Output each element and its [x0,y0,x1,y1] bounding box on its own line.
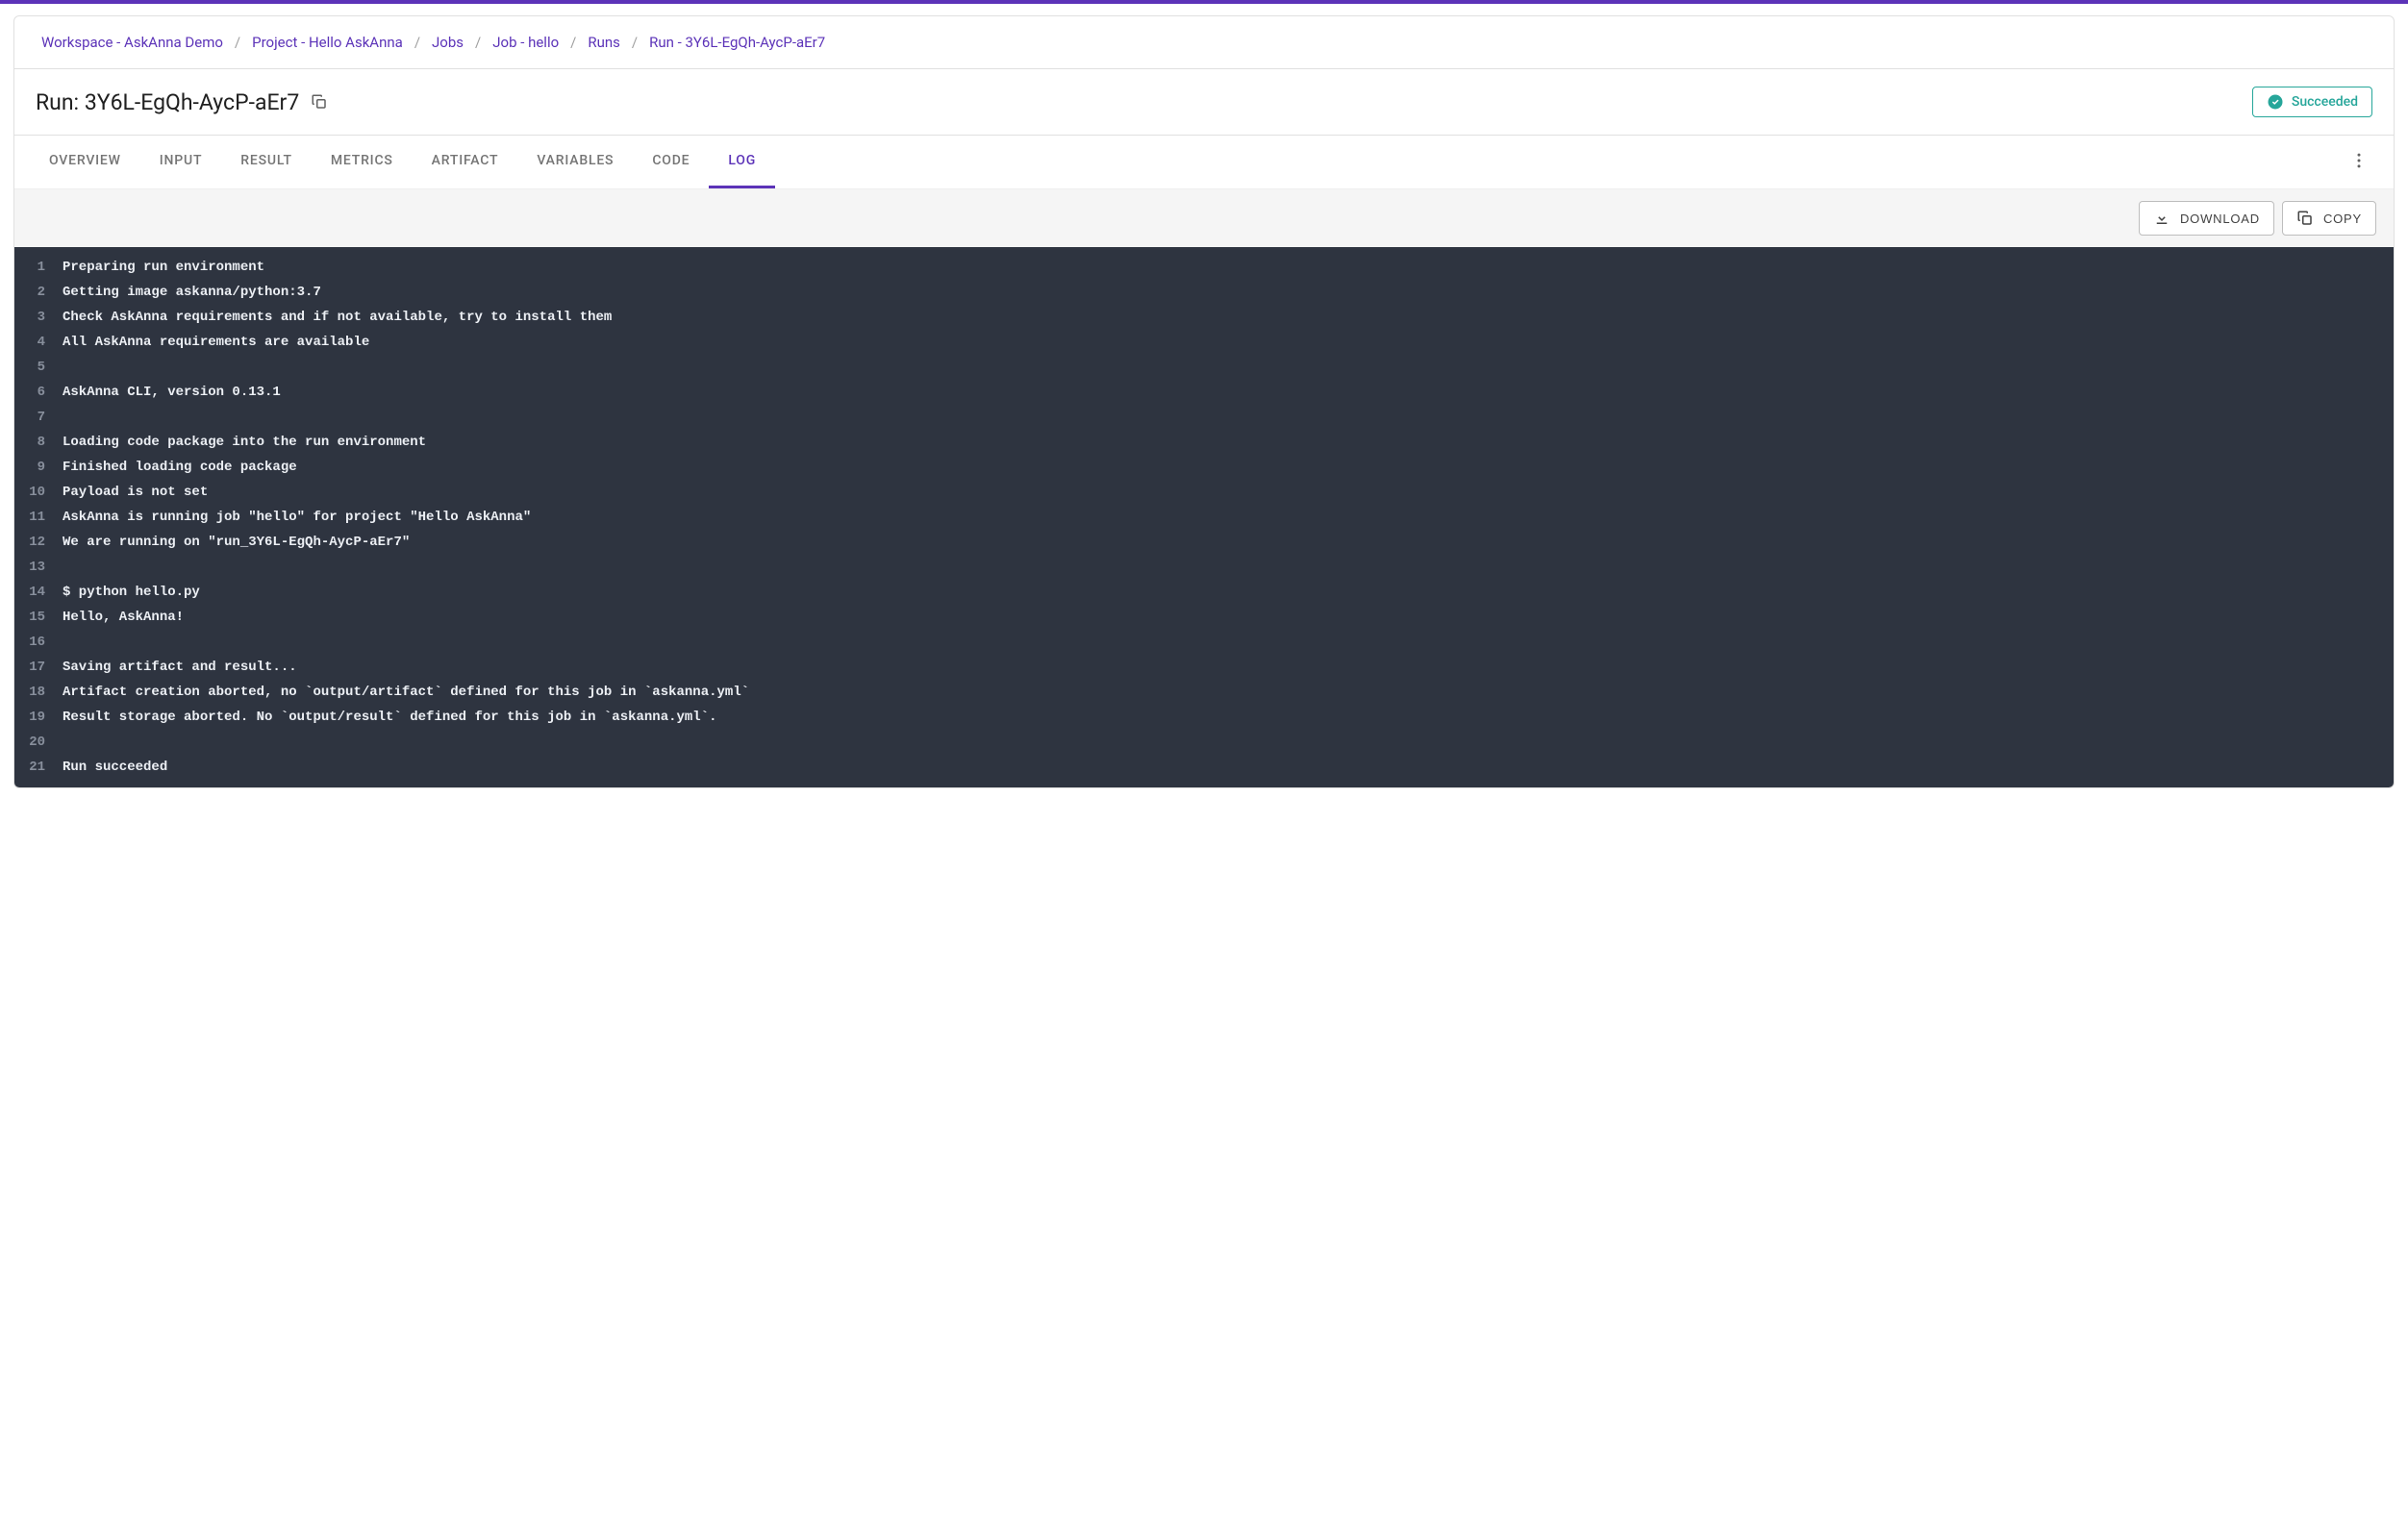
copy-button[interactable]: COPY [2282,201,2376,236]
log-line: 10Payload is not set [14,480,2394,505]
log-line-number: 16 [14,630,63,655]
breadcrumb-sep: / [632,34,638,51]
log-line-number: 20 [14,730,63,755]
log-line: 1Preparing run environment [14,255,2394,280]
log-line-number: 21 [14,755,63,780]
log-line-text: Preparing run environment [63,255,264,280]
log-line-number: 18 [14,680,63,705]
log-line-text: Check AskAnna requirements and if not av… [63,305,612,330]
tab-code[interactable]: CODE [633,136,709,188]
log-line-text: Hello, AskAnna! [63,605,184,630]
log-line: 7 [14,405,2394,430]
log-line: 20 [14,730,2394,755]
tab-artifact[interactable]: ARTIFACT [413,136,518,188]
log-line: 16 [14,630,2394,655]
download-icon [2153,210,2170,227]
log-line-text: Artifact creation aborted, no `output/ar… [63,680,749,705]
log-line-text: Run succeeded [63,755,167,780]
log-line: 8Loading code package into the run envir… [14,430,2394,455]
breadcrumb-sep: / [235,34,240,51]
log-line-text: Getting image askanna/python:3.7 [63,280,321,305]
log-line-number: 17 [14,655,63,680]
log-line-number: 19 [14,705,63,730]
download-label: DOWNLOAD [2180,212,2260,226]
copy-icon [2296,210,2314,227]
log-line: 2Getting image askanna/python:3.7 [14,280,2394,305]
page-title: Run: 3Y6L-EgQh-AycP-aEr7 [36,89,299,115]
log-line-number: 6 [14,380,63,405]
more-menu-button[interactable] [2340,141,2378,184]
log-line: 12We are running on "run_3Y6L-EgQh-AycP-… [14,530,2394,555]
log-line: 14$ python hello.py [14,580,2394,605]
log-line-number: 13 [14,555,63,580]
tabs: OVERVIEW INPUT RESULT METRICS ARTIFACT V… [14,136,2394,189]
top-accent-bar [0,0,2408,4]
log-line: 4All AskAnna requirements are available [14,330,2394,355]
log-line-number: 8 [14,430,63,455]
breadcrumb-job[interactable]: Job - hello [492,34,559,51]
log-line-text: AskAnna CLI, version 0.13.1 [63,380,281,405]
log-toolbar: DOWNLOAD COPY [14,189,2394,247]
status-badge: Succeeded [2252,87,2372,117]
log-line-text: All AskAnna requirements are available [63,330,369,355]
breadcrumb-workspace[interactable]: Workspace - AskAnna Demo [41,34,223,51]
copy-icon [311,93,328,111]
log-line: 3Check AskAnna requirements and if not a… [14,305,2394,330]
log-line-number: 4 [14,330,63,355]
tab-result[interactable]: RESULT [221,136,312,188]
tab-variables[interactable]: VARIABLES [517,136,633,188]
log-line: 6AskAnna CLI, version 0.13.1 [14,380,2394,405]
log-output: 1Preparing run environment2Getting image… [14,247,2394,787]
log-line-number: 1 [14,255,63,280]
log-line-text: Payload is not set [63,480,208,505]
copy-label: COPY [2323,212,2362,226]
log-line-text: Result storage aborted. No `output/resul… [63,705,717,730]
log-line-number: 5 [14,355,63,380]
dots-vertical-icon [2349,151,2369,170]
tab-input[interactable]: INPUT [140,136,222,188]
log-line-text: $ python hello.py [63,580,200,605]
log-line: 13 [14,555,2394,580]
check-circle-icon [2267,93,2284,111]
download-button[interactable]: DOWNLOAD [2139,201,2274,236]
log-line-number: 11 [14,505,63,530]
tab-overview[interactable]: OVERVIEW [30,136,140,188]
breadcrumb-sep: / [414,34,420,51]
log-line-number: 15 [14,605,63,630]
log-line: 11AskAnna is running job "hello" for pro… [14,505,2394,530]
log-line: 21Run succeeded [14,755,2394,780]
breadcrumb-runs[interactable]: Runs [588,34,620,51]
log-line-number: 7 [14,405,63,430]
status-label: Succeeded [2292,94,2358,110]
log-line-text: Saving artifact and result... [63,655,297,680]
log-line: 18Artifact creation aborted, no `output/… [14,680,2394,705]
tab-log[interactable]: LOG [709,136,775,188]
log-line-number: 10 [14,480,63,505]
log-line-text: We are running on "run_3Y6L-EgQh-AycP-aE… [63,530,410,555]
log-line-text: AskAnna is running job "hello" for proje… [63,505,531,530]
log-line-number: 9 [14,455,63,480]
run-card: Workspace - AskAnna Demo / Project - Hel… [13,15,2395,788]
breadcrumb-sep: / [475,34,481,51]
breadcrumb-sep: / [570,34,576,51]
log-line: 19Result storage aborted. No `output/res… [14,705,2394,730]
log-line: 17Saving artifact and result... [14,655,2394,680]
title-left: Run: 3Y6L-EgQh-AycP-aEr7 [36,89,328,115]
log-line-text: Finished loading code package [63,455,297,480]
log-line: 15Hello, AskAnna! [14,605,2394,630]
breadcrumb: Workspace - AskAnna Demo / Project - Hel… [14,16,2394,69]
breadcrumb-jobs[interactable]: Jobs [432,34,464,51]
breadcrumb-project[interactable]: Project - Hello AskAnna [252,34,403,51]
log-line-text: Loading code package into the run enviro… [63,430,426,455]
log-line-number: 3 [14,305,63,330]
log-line-number: 2 [14,280,63,305]
log-line: 5 [14,355,2394,380]
copy-title-button[interactable] [311,93,328,111]
tab-metrics[interactable]: METRICS [312,136,413,188]
breadcrumb-run[interactable]: Run - 3Y6L-EgQh-AycP-aEr7 [649,34,825,51]
log-line-number: 12 [14,530,63,555]
log-line-number: 14 [14,580,63,605]
log-line: 9Finished loading code package [14,455,2394,480]
title-row: Run: 3Y6L-EgQh-AycP-aEr7 Succeeded [14,69,2394,136]
